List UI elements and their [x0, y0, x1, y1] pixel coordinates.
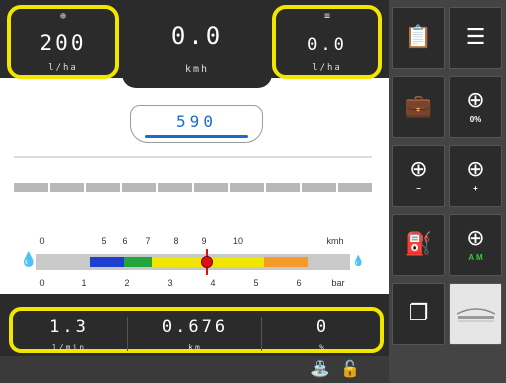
- nozzle-minus-label: −: [416, 184, 421, 193]
- area-unit: km: [188, 343, 202, 352]
- application-rate-readout[interactable]: ⊕ 200 l/ha: [7, 5, 119, 79]
- pressure-tick-label: 4: [210, 278, 216, 288]
- droplet-icon: 💧: [20, 252, 38, 268]
- boom-section: [194, 183, 228, 192]
- speed-value: 0.0: [170, 22, 224, 50]
- area-value: 0.676: [161, 317, 229, 337]
- clipboard-button[interactable]: 📋: [392, 7, 445, 69]
- flow-icon: ≡: [323, 11, 331, 22]
- tank-level-line: [145, 135, 248, 138]
- actual-rate-unit: l/ha: [312, 63, 342, 73]
- nozzle-icon: ⊕: [466, 157, 485, 182]
- boom-section: [122, 183, 156, 192]
- clipboard-icon: 📋: [404, 25, 433, 50]
- boom-section: [302, 183, 336, 192]
- boom-icon: [456, 308, 495, 322]
- boom-section: [86, 183, 120, 192]
- nozzle-icon: ⊕: [409, 157, 428, 182]
- boom-button[interactable]: [449, 283, 502, 345]
- menu-icon: ☰: [465, 25, 486, 50]
- flow-cell: 1.3 l/min: [13, 311, 125, 352]
- speed-tick-label: 0: [39, 236, 45, 246]
- boom-section: [158, 183, 192, 192]
- speed-tick-label: 6: [122, 236, 128, 246]
- unlock-icon[interactable]: 🔓: [340, 359, 360, 378]
- speed-tick-label: 9: [201, 236, 207, 246]
- pressure-scale-unit: bar: [331, 278, 345, 288]
- boom-section: [266, 183, 300, 192]
- boom-section: [338, 183, 372, 192]
- actual-rate-readout[interactable]: ≡ 0.0 l/ha: [272, 5, 382, 79]
- sprayer-display: 590 0 5 6 7 8 9 10 kmh 💧 💧 0 1 2 3 4 5 6 bar: [0, 92, 389, 294]
- nozzle-plus-button[interactable]: ⊕ +: [449, 145, 502, 207]
- coverage-value: 0: [315, 317, 330, 337]
- pressure-tick-label: 3: [167, 278, 173, 288]
- speed-scale-unit: kmh: [326, 236, 344, 246]
- pressure-tick-label: 0: [39, 278, 45, 288]
- pressure-tick-label: 5: [253, 278, 259, 288]
- crosshair-icon: ⊕: [59, 11, 67, 22]
- tank-fill-icon: ⛽: [404, 232, 433, 257]
- nozzle-status-icon: ⛲: [310, 359, 330, 378]
- application-rate-unit: l/ha: [48, 63, 78, 73]
- speed-tick-label: 7: [145, 236, 151, 246]
- nozzle-icon: ⊕: [466, 88, 485, 113]
- briefcase-icon: 💼: [404, 94, 433, 119]
- application-rate-value: 200: [39, 31, 87, 55]
- pressure-tick-label: 2: [124, 278, 130, 288]
- nozzle-icon: ⊕: [466, 226, 485, 251]
- pressure-scale: 0 1 2 3 4 5 6 bar: [0, 278, 389, 290]
- status-bar: ⛲ 🔓: [0, 356, 389, 383]
- copy-button[interactable]: ❐: [392, 283, 445, 345]
- nozzle-percent-button[interactable]: ⊕ 0%: [449, 76, 502, 138]
- actual-rate-value: 0.0: [307, 35, 347, 55]
- copy-icon: ❐: [408, 301, 429, 326]
- divider: [127, 317, 128, 351]
- flow-unit: l/min: [51, 343, 87, 352]
- tank-gauge[interactable]: 590: [130, 105, 263, 143]
- totals-readout[interactable]: 1.3 l/min 0.676 km 0 %: [9, 307, 384, 353]
- pressure-tick-label: 1: [81, 278, 87, 288]
- coverage-cell: 0 %: [265, 311, 380, 352]
- boom-sections: [14, 183, 372, 192]
- nozzle-minus-button[interactable]: ⊕ −: [392, 145, 445, 207]
- pressure-band: [90, 257, 124, 267]
- nozzle-plus-label: +: [473, 184, 478, 193]
- menu-button[interactable]: ☰: [449, 7, 502, 69]
- nozzle-auto-label: A M: [468, 253, 483, 262]
- divider: [261, 317, 262, 351]
- top-area: ⊕ 200 l/ha 0.0 kmh ≡ 0.0 l/ha: [0, 0, 389, 92]
- speed-tick-label: 8: [173, 236, 179, 246]
- pressure-band: [264, 257, 308, 267]
- pressure-bar: [36, 254, 350, 270]
- boom-section: [230, 183, 264, 192]
- tank-volume: 590: [176, 112, 217, 131]
- coverage-unit: %: [319, 343, 326, 352]
- speed-tick-label: 5: [101, 236, 107, 246]
- speed-readout[interactable]: 0.0 kmh: [122, 0, 272, 88]
- briefcase-button[interactable]: 💼: [392, 76, 445, 138]
- pressure-tick-label: 6: [296, 278, 302, 288]
- pressure-band: [124, 257, 152, 267]
- flow-value: 1.3: [49, 317, 89, 337]
- speed-tick-label: 10: [232, 236, 244, 246]
- pressure-needle: [201, 256, 213, 268]
- boom-section: [50, 183, 84, 192]
- boom-line: [14, 156, 372, 158]
- area-cell: 0.676 km: [131, 311, 259, 352]
- nozzle-auto-button[interactable]: ⊕ A M: [449, 214, 502, 276]
- boom-section: [14, 183, 48, 192]
- droplet-small-icon: 💧: [352, 256, 365, 267]
- nozzle-percent-label: 0%: [469, 115, 482, 124]
- tank-fill-button[interactable]: ⛽: [392, 214, 445, 276]
- speed-unit: kmh: [184, 64, 210, 75]
- button-panel: 📋 ☰ 💼 ⊕ 0% ⊕ − ⊕ + ⛽ ⊕ A M ❐: [389, 0, 506, 383]
- speed-scale: 0 5 6 7 8 9 10 kmh: [0, 236, 389, 248]
